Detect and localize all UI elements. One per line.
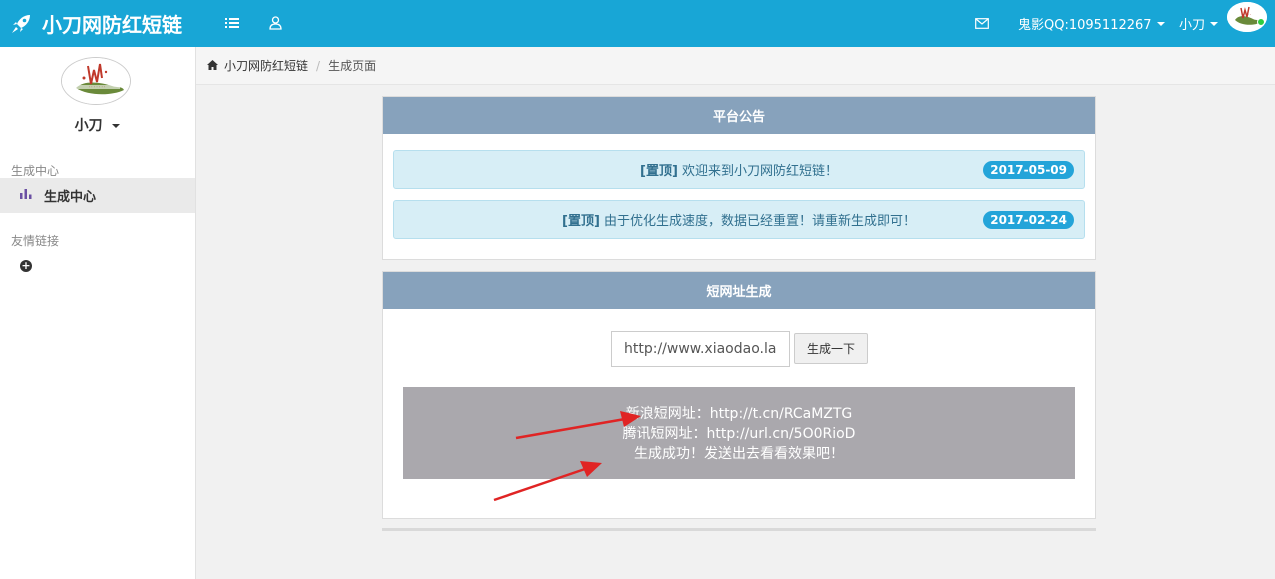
- sidebar-section-links: 友情链接: [11, 234, 60, 248]
- list-icon[interactable]: [222, 13, 242, 33]
- chevron-down-icon: [1156, 21, 1165, 26]
- date-badge: 2017-05-09: [983, 161, 1074, 179]
- contact-dropdown[interactable]: 鬼影QQ:1095112267: [1018, 0, 1165, 47]
- plus-circle-icon[interactable]: +: [20, 260, 32, 272]
- result-line-sina: 新浪短网址：http://t.cn/RCaMZTG: [625, 406, 853, 422]
- notice-tag: [置顶]: [640, 164, 678, 179]
- announcement-panel: 平台公告 [置顶] 欢迎来到小刀网防红短链！ 2017-05-09 [置顶] 由…: [382, 96, 1096, 260]
- url-input[interactable]: http://www.xiaodao.la: [611, 331, 790, 367]
- chevron-down-icon: [112, 124, 121, 128]
- notice-tag: [置顶]: [562, 214, 600, 229]
- rocket-icon: [10, 13, 32, 35]
- user-label: 小刀: [1179, 18, 1206, 33]
- short-url-title: 短网址生成: [383, 272, 1095, 309]
- mail-icon[interactable]: [972, 13, 992, 33]
- generate-button[interactable]: 生成一下: [794, 333, 868, 364]
- chevron-down-icon: [1210, 21, 1219, 26]
- sidebar-username: 小刀: [74, 118, 103, 134]
- online-status-dot: [1257, 18, 1265, 26]
- notice-text: 由于优化生成速度，数据已经重置！请重新生成即可！: [603, 214, 916, 229]
- sidebar-item-label: 生成中心: [44, 190, 97, 205]
- svg-text:· · · ·: · · · ·: [1243, 12, 1252, 17]
- breadcrumb-current: 生成页面: [328, 59, 377, 73]
- brand[interactable]: 小刀网防红短链: [10, 0, 182, 47]
- home-icon: [207, 59, 218, 73]
- notice-text: 欢迎来到小刀网防红短链！: [681, 164, 838, 179]
- sidebar: · · · · · · · 小刀 生成中心 生成中心 友情链接 +: [0, 47, 196, 579]
- sidebar-item-generate-center[interactable]: 生成中心: [0, 178, 195, 213]
- top-navbar: 小刀网防红短链 鬼影QQ:1095112267 小刀 · · · ·: [0, 0, 1275, 47]
- user-icon[interactable]: [265, 13, 285, 33]
- breadcrumb: 小刀网防红短链 / 生成页面: [196, 47, 1275, 85]
- bar-chart-icon: [20, 188, 32, 203]
- divider: [382, 528, 1096, 531]
- result-box: 新浪短网址：http://t.cn/RCaMZTG 腾讯短网址：http://u…: [403, 387, 1075, 479]
- sidebar-user-dropdown[interactable]: 小刀: [0, 115, 195, 135]
- svg-text:· · · · · · ·: · · · · · · ·: [89, 85, 106, 90]
- date-badge: 2017-02-24: [983, 211, 1074, 229]
- contact-label: 鬼影QQ:1095112267: [1018, 18, 1152, 33]
- breadcrumb-separator: /: [316, 58, 321, 73]
- announcement-title: 平台公告: [383, 97, 1095, 134]
- breadcrumb-home-link[interactable]: 小刀网防红短链: [224, 57, 308, 74]
- avatar[interactable]: · · · ·: [1227, 2, 1267, 32]
- result-line-tencent: 腾讯短网址：http://url.cn/5O0RioD: [622, 426, 856, 442]
- short-url-panel: 短网址生成 http://www.xiaodao.la 生成一下 新浪短网址：h…: [382, 271, 1096, 519]
- sidebar-avatar[interactable]: · · · · · · ·: [61, 57, 131, 105]
- result-line-status: 生成成功！发送出去看看效果吧！: [634, 446, 844, 462]
- sidebar-section-generate: 生成中心: [11, 164, 60, 178]
- announcement-item[interactable]: [置顶] 由于优化生成速度，数据已经重置！请重新生成即可！ 2017-02-24: [393, 200, 1085, 239]
- announcement-item[interactable]: [置顶] 欢迎来到小刀网防红短链！ 2017-05-09: [393, 150, 1085, 189]
- user-dropdown[interactable]: 小刀: [1179, 0, 1219, 47]
- brand-title: 小刀网防红短链: [42, 13, 182, 37]
